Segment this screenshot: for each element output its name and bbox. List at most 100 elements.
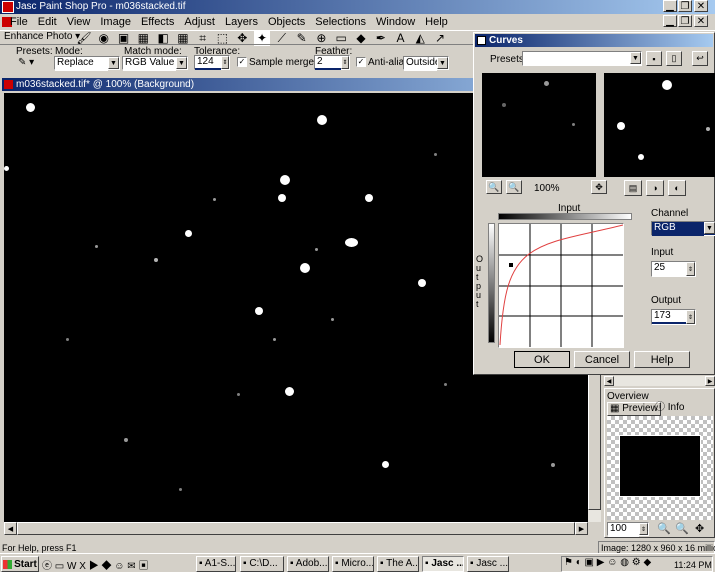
menu-adjust[interactable]: Adjust	[179, 13, 220, 31]
tray-icons: ⚑ ◐ ▣ ▶ ☺ ◍ ⚙ ◆	[564, 557, 652, 568]
overview-zoom-out-icon[interactable]: 🔍	[675, 522, 689, 535]
pan-button[interactable]: ✥	[591, 180, 607, 194]
channel-select[interactable]: RGB ▼	[651, 221, 715, 236]
outside-dropdown-arrow[interactable]: ▼	[437, 57, 448, 69]
task-button-7[interactable]: ▪ Jasc ...	[467, 556, 509, 572]
curve-graph[interactable]	[498, 223, 624, 348]
overview-zoom-spin[interactable]: ⇕	[639, 523, 648, 535]
minimize-button[interactable]: ▁	[663, 0, 677, 12]
star	[638, 154, 644, 160]
scroll-right-arrow[interactable]: ▶	[575, 522, 588, 535]
sample-merged-label: Sample merged	[249, 57, 320, 68]
windows-logo-icon	[3, 559, 13, 569]
quicklaunch-messenger-icon[interactable]: ☺	[114, 561, 124, 572]
restore-button[interactable]: ❐	[678, 0, 692, 12]
overview-canvas[interactable]	[607, 416, 713, 520]
zoom-in-button[interactable]: 🔍	[486, 180, 502, 194]
preview-toggle-icon[interactable]: ▤	[624, 180, 642, 196]
task-button-4[interactable]: ▪ Micro...	[332, 556, 374, 572]
presets-button[interactable]: ✎ ▾	[18, 57, 34, 68]
curves-presets-select[interactable]: ▼	[522, 51, 642, 66]
input-spin[interactable]: ⇕	[686, 262, 695, 276]
tolerance-input[interactable]: 124 ⇕	[194, 55, 230, 70]
overview-pan-icon[interactable]: ✥	[695, 522, 704, 535]
menu-items: File Edit View Image Effects Adjust Layers Obje…	[5, 13, 453, 31]
menu-layers[interactable]: Layers	[220, 13, 263, 31]
preview-on-image-icon[interactable]: ◑	[646, 180, 664, 196]
right-palette-scrollbar[interactable]: ◀ ▶	[604, 376, 715, 386]
outside-select[interactable]: Outside ▼	[403, 56, 449, 71]
tolerance-spin[interactable]: ⇕	[221, 56, 229, 69]
feather-input[interactable]: 2 ⇕	[314, 55, 350, 70]
overview-zoom-field[interactable]: 100 ⇕	[607, 522, 649, 537]
task-button-5[interactable]: ▪ The A...	[377, 556, 419, 572]
mode-dropdown-arrow[interactable]: ▼	[108, 57, 119, 69]
match-mode-select[interactable]: RGB Value ▼	[122, 56, 188, 71]
zoom-out-button[interactable]: 🔍	[506, 180, 522, 194]
before-preview	[482, 73, 596, 177]
scroll-left-arrow[interactable]: ◀	[4, 522, 17, 535]
star	[365, 194, 373, 202]
task-button-3[interactable]: ▪ Adob...	[287, 556, 329, 572]
auto-proof-icon[interactable]: ◐	[668, 180, 686, 196]
star	[154, 258, 158, 262]
star	[124, 438, 128, 442]
cancel-button[interactable]: Cancel	[574, 351, 630, 368]
ok-button[interactable]: OK	[514, 351, 570, 368]
curve-svg	[499, 224, 623, 347]
task-button-2[interactable]: ▪ C:\D...	[240, 556, 284, 572]
quicklaunch-media-icon[interactable]: ▶	[89, 561, 99, 572]
star	[213, 198, 216, 201]
menu-file[interactable]: File	[5, 13, 33, 31]
sample-merged-checkbox[interactable]: ✓	[237, 57, 247, 67]
quicklaunch-outlook-icon[interactable]: ✉	[127, 561, 135, 572]
menu-objects[interactable]: Objects	[263, 13, 310, 31]
match-mode-dropdown-arrow[interactable]: ▼	[176, 57, 187, 69]
star	[572, 123, 575, 126]
reset-icon[interactable]: ↩	[692, 51, 708, 66]
menu-image[interactable]: Image	[95, 13, 136, 31]
doc-minimize-button[interactable]: ▁	[663, 15, 677, 27]
quicklaunch-ie-icon[interactable]: ⓔ	[42, 561, 52, 572]
close-button[interactable]: ✕	[694, 0, 708, 12]
document-title: m036stacked.tif* @ 100% (Background)	[16, 79, 195, 90]
quicklaunch-excel-icon[interactable]: X	[79, 561, 86, 572]
palette-scroll-right[interactable]: ▶	[705, 376, 715, 386]
overview-zoom-in-icon[interactable]: 🔍	[657, 522, 671, 535]
curves-presets-arrow[interactable]: ▼	[630, 52, 641, 64]
menu-bar: File Edit View Image Effects Adjust Layers Obje…	[0, 14, 715, 30]
tab-info[interactable]: ⓘ Info	[653, 402, 686, 414]
quicklaunch-desktop-icon[interactable]: ▣	[138, 561, 148, 572]
start-button[interactable]: Start	[1, 556, 39, 572]
menu-edit[interactable]: Edit	[33, 13, 62, 31]
output-value-field[interactable]: 173 ⇕	[651, 309, 696, 325]
help-button[interactable]: Help	[634, 351, 690, 368]
doc-restore-button[interactable]: ❐	[678, 15, 692, 27]
menu-selections[interactable]: Selections	[310, 13, 371, 31]
overview-thumbnail	[619, 435, 701, 497]
feather-spin[interactable]: ⇕	[341, 56, 349, 69]
task-button-6[interactable]: ▪ Jasc ...	[422, 556, 464, 572]
curves-dialog-icon	[477, 36, 486, 45]
channel-dropdown-arrow[interactable]: ▼	[704, 222, 715, 234]
hscroll-thumb[interactable]	[17, 522, 575, 535]
mode-select[interactable]: Replace ▼	[54, 56, 120, 71]
menu-help[interactable]: Help	[420, 13, 453, 31]
menu-effects[interactable]: Effects	[136, 13, 179, 31]
delete-preset-icon[interactable]: ▯	[666, 51, 682, 66]
task-button-1[interactable]: ▪ A1-S...	[196, 556, 236, 572]
doc-close-button[interactable]: ✕	[694, 15, 708, 27]
quicklaunch-word-icon[interactable]: W	[67, 561, 76, 572]
save-preset-icon[interactable]: ▪	[646, 51, 662, 66]
enhance-photo-menu[interactable]: Enhance Photo ▾	[4, 31, 80, 43]
quicklaunch-app-icon[interactable]: ◆	[101, 561, 111, 572]
input-value-field[interactable]: 25 ⇕	[651, 261, 696, 277]
canvas-horizontal-scrollbar[interactable]: ◀ ▶	[4, 522, 588, 535]
quicklaunch-folder-icon[interactable]: ▭	[55, 561, 64, 572]
palette-scroll-left[interactable]: ◀	[604, 376, 614, 386]
antialias-checkbox[interactable]: ✓	[356, 57, 366, 67]
menu-view[interactable]: View	[62, 13, 96, 31]
output-spin[interactable]: ⇕	[686, 310, 695, 324]
quick-launch: ⓔ ▭ W X ▶ ◆ ☺ ✉ ▣	[42, 557, 148, 572]
menu-window[interactable]: Window	[371, 13, 420, 31]
